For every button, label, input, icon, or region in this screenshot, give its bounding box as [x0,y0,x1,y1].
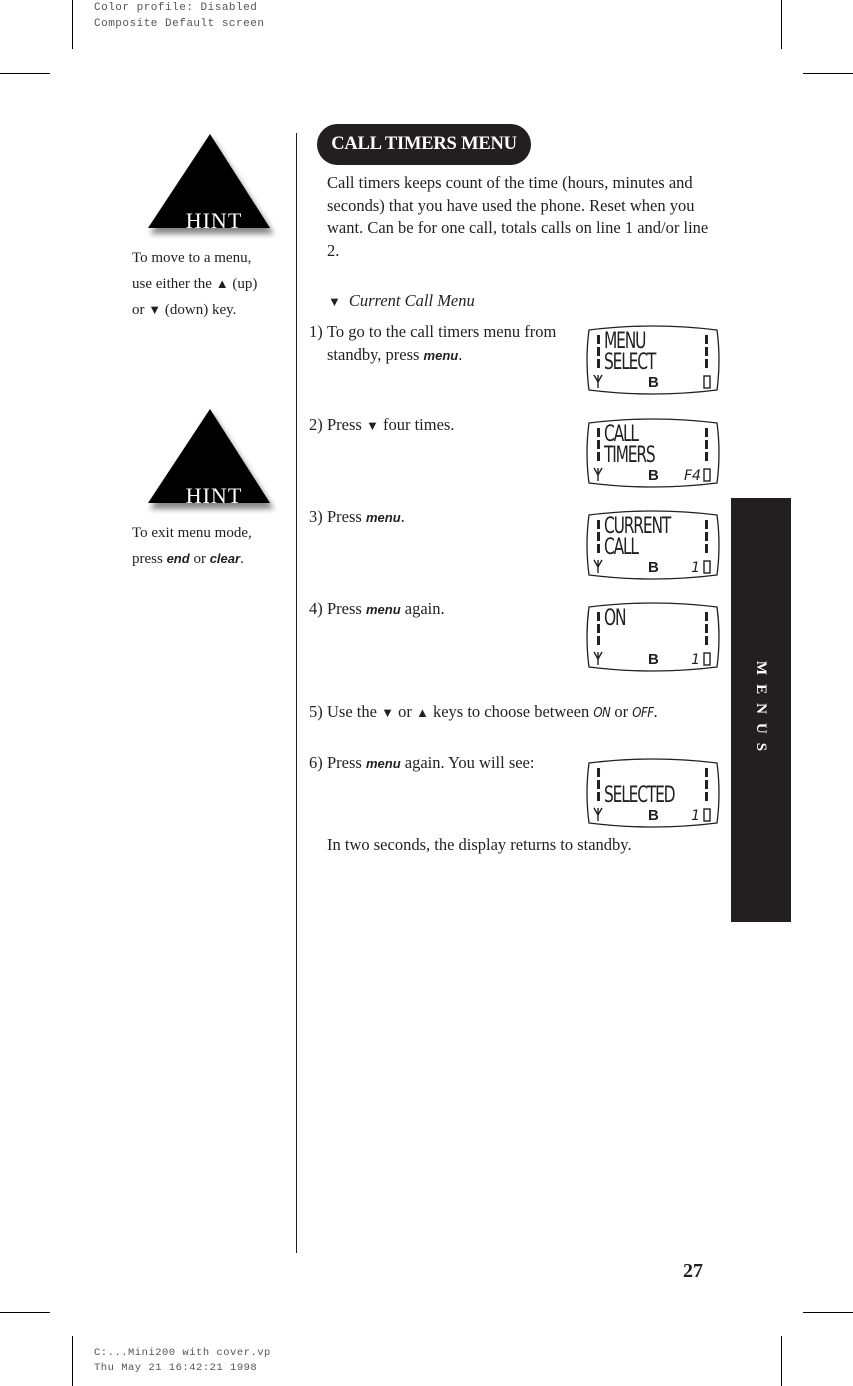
lcd-display: CALL TIMERS B F4 [585,415,721,491]
key-name: menu [423,347,459,363]
crop-mark [0,1312,50,1313]
hint-label: HINT [185,208,243,233]
slug-line: Color profile: Disabled [94,2,258,14]
key-name: menu [365,602,401,617]
section-tab-label: MENUS [753,660,770,760]
hint-badge: HINT [140,130,280,240]
lcd-display: ON B 1 [585,599,721,675]
lcd-channel: B [648,559,659,576]
print-slug-top: Color profile: Disabled Composite Defaul… [94,0,264,32]
slug-line: C:...Mini200 with cover.vp [94,1347,271,1359]
up-arrow-icon: ▲ [215,276,229,291]
lcd-channel: B [648,807,659,824]
slug-line: Composite Default screen [94,18,265,30]
hint-line: To exit menu mode, [132,525,252,541]
hint-line: press end or clear. [132,551,244,567]
lcd-indicator: F4 [684,468,701,484]
option-off: OFF [632,706,654,721]
hint-line: use either the ▲ (up) [132,276,258,292]
step-5: 5) Use the ▼ or ▲ keys to choose between … [309,702,658,721]
lcd-indicator: 1 [691,560,700,576]
lcd-line-2: CALL [604,535,639,560]
subheading-label: Current Call Menu [348,291,475,310]
down-arrow-icon: ▼ [328,294,341,309]
hint-text: To exit menu mode, press end or clear. [132,521,252,572]
crop-mark [72,1336,73,1386]
lcd-line-2: SELECT [604,350,656,375]
lcd-line-2: TIMERS [604,443,656,468]
lcd-line-1: ON [604,606,627,631]
closing-text: In two seconds, the display returns to s… [327,835,632,854]
crop-mark [0,73,50,74]
section-tab: MENUS [731,498,791,922]
step-4: 4) Press menu again. [309,599,445,618]
hint-line: or ▼ (down) key. [132,302,237,318]
print-slug-bottom: C:...Mini200 with cover.vp Thu May 21 16… [94,1346,271,1376]
up-arrow-icon: ▲ [415,705,429,720]
lcd-indicator: 1 [691,808,700,824]
column-divider [296,133,297,1253]
lcd-display: CURRENT CALL B 1 [585,507,721,583]
lcd-line-2: SELECTED [604,783,676,808]
down-arrow-icon: ▼ [365,418,379,433]
crop-mark [781,1336,782,1386]
crop-mark [781,0,782,49]
key-name: menu [365,510,401,525]
hint-badge: HINT [140,405,280,515]
hint-text: To move to a menu, use either the ▲ (up)… [132,246,257,323]
slug-line: Thu May 21 16:42:21 1998 [94,1362,258,1374]
lcd-indicator: 1 [691,652,700,668]
down-arrow-icon: ▼ [381,705,394,720]
hint-label: HINT [185,483,243,508]
key-name: clear [209,551,241,566]
section-heading: CALL TIMERS MENU [317,124,531,165]
crop-mark [803,73,853,74]
lcd-display: MENU SELECT B [585,322,721,398]
step-6: 6) Press menu again. You will see: [309,753,535,772]
lcd-channel: B [648,651,659,668]
crop-mark [803,1312,853,1313]
step-1: 1) To go to the call timers menu from sta… [309,322,557,364]
subheading: ▼ Current Call Menu [328,291,475,311]
option-on: ON [593,706,611,721]
key-name: end [166,551,190,566]
key-name: menu [365,756,401,771]
step-2: 2) Press ▼ four times. [309,415,455,434]
step-3: 3) Press menu. [309,507,405,526]
hint-line: To move to a menu, [132,250,252,266]
lcd-channel: B [648,467,659,484]
down-arrow-icon: ▼ [148,302,162,317]
intro-paragraph: Call timers keeps count of the time (hou… [327,173,709,260]
page-number: 27 [683,1260,703,1282]
crop-mark [72,0,73,49]
lcd-display: SELECTED B 1 [585,755,721,831]
lcd-channel: B [648,374,659,391]
